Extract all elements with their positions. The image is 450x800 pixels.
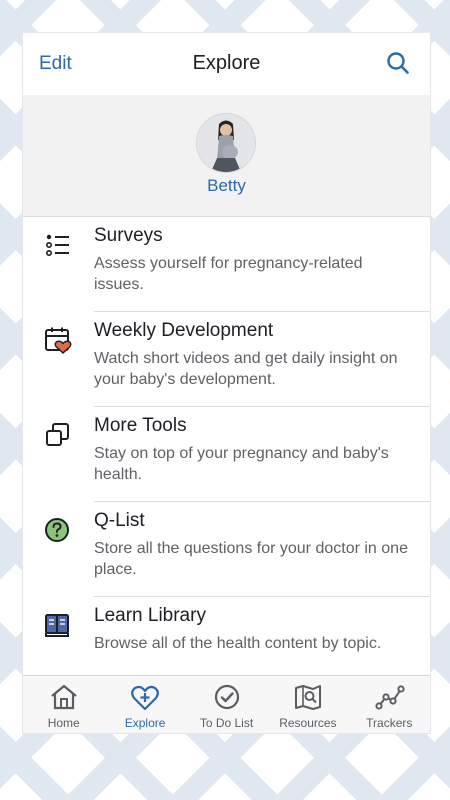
list-item-description: Stay on top of your pregnancy and baby's… bbox=[94, 445, 389, 483]
top-navigation-bar: Edit Explore bbox=[23, 33, 430, 96]
avatar[interactable] bbox=[196, 113, 256, 173]
list-item-title: Q-List bbox=[94, 510, 145, 531]
question-circle-icon bbox=[44, 516, 72, 544]
list-item-title: Surveys bbox=[94, 225, 163, 246]
list-item-description: Store all the questions for your doctor … bbox=[94, 540, 408, 578]
tab-label: Explore bbox=[124, 716, 166, 730]
tab-to-do-list[interactable]: To Do List bbox=[186, 676, 267, 733]
list-icon bbox=[44, 231, 72, 259]
list-item-description: Watch short videos and get daily insight… bbox=[94, 350, 398, 388]
tab-label: Resources bbox=[279, 716, 337, 730]
list-item-description: Browse all of the health content by topi… bbox=[94, 635, 382, 652]
list-item-q-list[interactable]: Q-List Store all the questions for your … bbox=[23, 502, 430, 597]
list-item-surveys[interactable]: Surveys Assess yourself for pregnancy-re… bbox=[23, 217, 430, 312]
page-title: Explore bbox=[192, 52, 261, 74]
tab-home[interactable]: Home bbox=[23, 676, 104, 733]
heart-plus-icon bbox=[130, 683, 160, 711]
list-item-weekly-development[interactable]: Weekly Development Watch short videos an… bbox=[23, 312, 430, 407]
map-search-icon bbox=[293, 683, 323, 711]
bottom-tab-bar: Home Explore To Do List Resources Tracke… bbox=[23, 675, 430, 733]
list-item-title: Learn Library bbox=[94, 605, 206, 626]
tab-trackers[interactable]: Trackers bbox=[349, 676, 430, 733]
list-item-title: Weekly Development bbox=[94, 320, 274, 341]
tab-explore[interactable]: Explore bbox=[104, 676, 185, 733]
explore-list: Surveys Assess yourself for pregnancy-re… bbox=[23, 217, 430, 692]
trend-line-icon bbox=[374, 683, 405, 711]
tab-label: Home bbox=[47, 716, 80, 730]
profile-name[interactable]: Betty bbox=[23, 176, 430, 196]
search-icon[interactable] bbox=[386, 51, 410, 75]
tab-resources[interactable]: Resources bbox=[267, 676, 348, 733]
list-item-more-tools[interactable]: More Tools Stay on top of your pregnancy… bbox=[23, 407, 430, 502]
copy-squares-icon bbox=[44, 421, 72, 449]
tab-label: To Do List bbox=[199, 716, 254, 730]
tab-label: Trackers bbox=[366, 716, 413, 730]
list-item-title: More Tools bbox=[94, 415, 187, 436]
explore-screen: Edit Explore Betty Surveys Assess yourse… bbox=[23, 33, 430, 733]
check-circle-icon bbox=[212, 683, 242, 711]
profile-section: Betty bbox=[23, 95, 430, 217]
book-icon bbox=[44, 611, 72, 639]
list-item-description: Assess yourself for pregnancy-related is… bbox=[94, 255, 363, 293]
calendar-heart-icon bbox=[44, 326, 72, 354]
home-icon bbox=[49, 683, 79, 711]
